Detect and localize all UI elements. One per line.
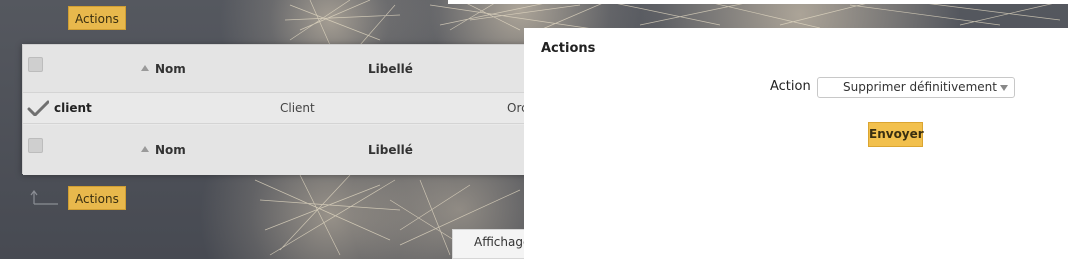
dialog-title: Actions bbox=[541, 41, 596, 56]
actions-button-top[interactable]: Actions bbox=[68, 6, 126, 30]
display-tab[interactable]: Affichage bbox=[452, 229, 527, 259]
sort-asc-icon[interactable] bbox=[141, 65, 149, 71]
send-button[interactable]: Envoyer bbox=[868, 122, 924, 147]
action-select-value: Supprimer définitivement bbox=[843, 80, 997, 94]
row-label: Client bbox=[280, 101, 315, 115]
modal-top-edge bbox=[448, 0, 1068, 4]
actions-button-bottom[interactable]: Actions bbox=[68, 186, 126, 210]
action-field-label: Action bbox=[770, 79, 811, 94]
table-header-bottom: Nom Libellé bbox=[23, 125, 531, 175]
actions-dialog: Actions Action Supprimer définitivement … bbox=[524, 28, 1068, 259]
chevron-down-icon bbox=[1000, 85, 1008, 91]
select-all-checkbox-top[interactable] bbox=[28, 57, 43, 72]
arrow-up-icon bbox=[30, 190, 58, 205]
column-header-name[interactable]: Nom bbox=[155, 143, 186, 157]
items-table: Nom Libellé client Client Orc Nom Libell… bbox=[22, 44, 532, 175]
table-header-top: Nom Libellé bbox=[23, 45, 531, 93]
action-select[interactable]: Supprimer définitivement bbox=[817, 77, 1015, 98]
checkmark-icon[interactable] bbox=[27, 100, 49, 116]
sort-asc-icon[interactable] bbox=[141, 146, 149, 152]
column-header-label[interactable]: Libellé bbox=[368, 62, 413, 76]
row-name[interactable]: client bbox=[54, 101, 92, 115]
select-all-checkbox-bottom[interactable] bbox=[28, 138, 43, 153]
column-header-name[interactable]: Nom bbox=[155, 62, 186, 76]
table-row[interactable]: client Client Orc bbox=[23, 92, 531, 124]
column-header-label[interactable]: Libellé bbox=[368, 143, 413, 157]
